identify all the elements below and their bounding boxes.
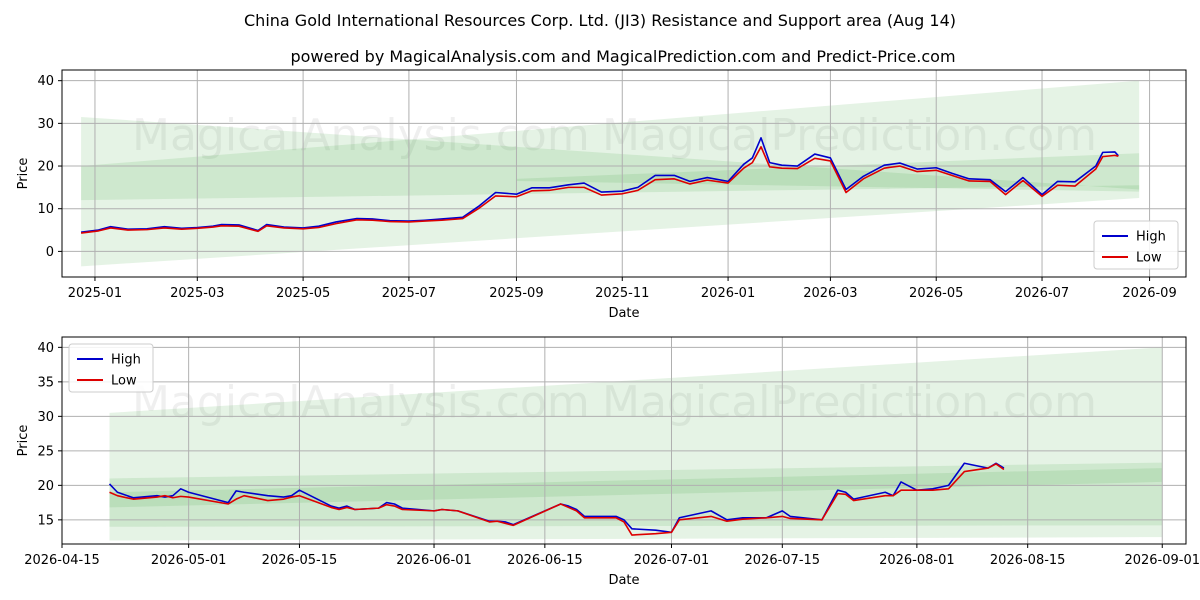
- chart-subtitle: powered by MagicalAnalysis.com and Magic…: [290, 47, 955, 66]
- chart-title: China Gold International Resources Corp.…: [244, 11, 956, 30]
- top-chart-panel: MagicalAnalysis.com MagicalPrediction.com…: [16, 69, 1187, 321]
- x-tick-label: 2026-03: [803, 286, 857, 301]
- y-tick-label: 30: [37, 117, 54, 132]
- legend: High Low: [68, 343, 154, 393]
- legend: High Low: [1093, 220, 1179, 270]
- x-tick-label: 2025-07: [382, 286, 436, 301]
- x-tick-label: 2025-11: [595, 286, 649, 301]
- x-tick-label: 2026-05-01: [151, 553, 227, 568]
- y-tick-label: 20: [37, 160, 54, 175]
- x-tick-label: 2025-05: [276, 286, 330, 301]
- y-axis-label: Price: [16, 425, 31, 457]
- x-axis-label: Date: [608, 306, 639, 321]
- y-tick-label: 0: [46, 245, 54, 260]
- x-axis-label: Date: [608, 573, 639, 588]
- x-tick-label: 2026-08-15: [990, 553, 1066, 568]
- y-axis-label: Price: [16, 158, 31, 190]
- y-tick-label: 35: [37, 375, 54, 390]
- x-tick-label: 2026-08-01: [879, 553, 955, 568]
- band-group: [81, 80, 1140, 267]
- x-tick-label: 2026-04-15: [24, 553, 100, 568]
- x-tick-label: 2025-09: [489, 286, 543, 301]
- x-tick-label: 2026-07-15: [745, 553, 821, 568]
- y-tick-label: 40: [37, 341, 54, 356]
- x-tick-label: 2026-01: [701, 286, 755, 301]
- x-tick-label: 2026-07: [1015, 286, 1069, 301]
- x-tick-label: 2026-06-15: [507, 553, 583, 568]
- y-tick-label: 15: [37, 513, 54, 528]
- legend-label-low: Low: [1136, 251, 1162, 266]
- x-tick-label: 2026-06-01: [396, 553, 472, 568]
- x-tick-label: 2026-09-01: [1124, 553, 1200, 568]
- y-tick-label: 40: [37, 74, 54, 89]
- x-tick-label: 2026-05-15: [262, 553, 338, 568]
- x-tick-label: 2025-03: [170, 286, 224, 301]
- legend-label-high: High: [1136, 230, 1166, 245]
- y-tick-label: 20: [37, 479, 54, 494]
- x-tick-label: 2026-07-01: [634, 553, 710, 568]
- x-tick-label: 2026-09: [1122, 286, 1176, 301]
- legend-label-high: High: [111, 353, 141, 368]
- y-tick-label: 30: [37, 410, 54, 425]
- chart-figure: China Gold International Resources Corp.…: [16, 11, 1200, 588]
- x-tick-label: 2026-05: [909, 286, 963, 301]
- bottom-chart-panel: MagicalAnalysis.com MagicalPrediction.com…: [16, 336, 1200, 588]
- legend-label-low: Low: [111, 374, 137, 389]
- y-tick-label: 10: [37, 202, 54, 217]
- y-tick-label: 25: [37, 444, 54, 459]
- x-tick-label: 2025-01: [68, 286, 122, 301]
